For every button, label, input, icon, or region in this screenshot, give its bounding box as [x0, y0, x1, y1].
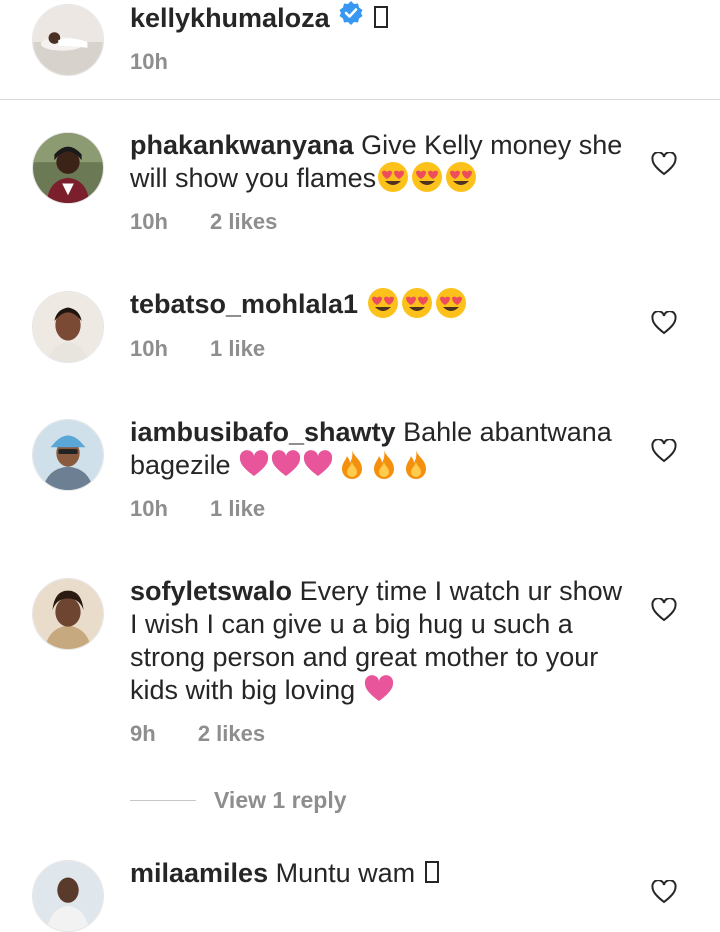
avatar-kellykhumaloza[interactable]	[32, 4, 104, 76]
comment-username[interactable]: tebatso_mohlala1	[130, 289, 358, 319]
pink-heart-emoji	[239, 450, 269, 476]
heart-eyes-emoji	[401, 287, 432, 318]
comment-text: Muntu wam	[275, 858, 416, 888]
emoji-group	[238, 449, 432, 480]
pink-heart-emoji	[303, 450, 333, 476]
heart-eyes-emoji	[367, 287, 398, 318]
comment-4: sofyletswalo Every time I watch ur show …	[130, 575, 630, 707]
caption-meta: 10h	[130, 49, 168, 75]
like-heart-icon[interactable]	[651, 880, 677, 904]
pink-heart-emoji	[364, 675, 393, 701]
like-heart-icon[interactable]	[651, 311, 677, 335]
comment-2-meta: 10h 1 like	[130, 336, 265, 362]
comment-1: phakankwanyana Give Kelly money she will…	[130, 129, 630, 195]
heart-eyes-emoji	[378, 161, 409, 192]
comment-likes[interactable]: 2 likes	[210, 209, 277, 235]
like-heart-icon[interactable]	[651, 439, 677, 463]
comment-time: 10h	[130, 209, 168, 234]
comment-username[interactable]: sofyletswalo	[130, 576, 292, 606]
fire-emoji	[406, 449, 427, 479]
avatar-iambusibafo_shawty[interactable]	[32, 419, 104, 491]
fire-emoji	[374, 449, 395, 479]
comment-username[interactable]: iambusibafo_shawty	[130, 417, 396, 447]
heart-eyes-emoji	[446, 161, 477, 192]
comment-3-meta: 10h 1 like	[130, 496, 265, 522]
comment-likes[interactable]: 1 like	[210, 336, 265, 362]
comment-3: iambusibafo_shawty Bahle abantwana bagez…	[130, 416, 630, 482]
comment-4-meta: 9h 2 likes	[130, 721, 265, 747]
missing-glyph-icon	[425, 860, 440, 883]
avatar-milaamiles[interactable]	[32, 860, 104, 932]
comment-username[interactable]: phakankwanyana	[130, 130, 354, 160]
view-replies-button[interactable]: View 1 reply	[214, 787, 347, 814]
like-heart-icon[interactable]	[651, 152, 677, 176]
comment-time: 9h	[130, 721, 156, 746]
caption-username[interactable]: kellykhumaloza	[130, 3, 330, 33]
fire-emoji	[342, 449, 363, 479]
missing-glyph-icon	[373, 5, 388, 28]
caption-time: 10h	[130, 49, 168, 74]
emoji-group	[376, 161, 478, 193]
comment-5: milaamiles Muntu wam	[130, 857, 630, 890]
comment-likes[interactable]: 2 likes	[198, 721, 265, 747]
view-replies-line	[130, 800, 196, 801]
avatar-phakankwanyana[interactable]	[32, 132, 104, 204]
comment-username[interactable]: milaamiles	[130, 858, 268, 888]
comment-likes[interactable]: 1 like	[210, 496, 265, 522]
heart-eyes-emoji	[435, 287, 466, 318]
verified-badge-icon	[338, 0, 364, 34]
like-heart-icon[interactable]	[651, 598, 677, 622]
avatar-tebatso_mohlala1[interactable]	[32, 291, 104, 363]
pink-heart-emoji	[271, 450, 301, 476]
caption-divider	[0, 99, 720, 100]
comment-time: 10h	[130, 496, 168, 521]
caption-header: kellykhumaloza	[130, 0, 630, 35]
emoji-group	[366, 287, 468, 319]
comment-time: 10h	[130, 336, 168, 361]
heart-eyes-emoji	[412, 161, 443, 192]
comment-1-meta: 10h 2 likes	[130, 209, 277, 235]
comment-2: tebatso_mohlala1	[130, 287, 630, 321]
avatar-sofyletswalo[interactable]	[32, 578, 104, 650]
